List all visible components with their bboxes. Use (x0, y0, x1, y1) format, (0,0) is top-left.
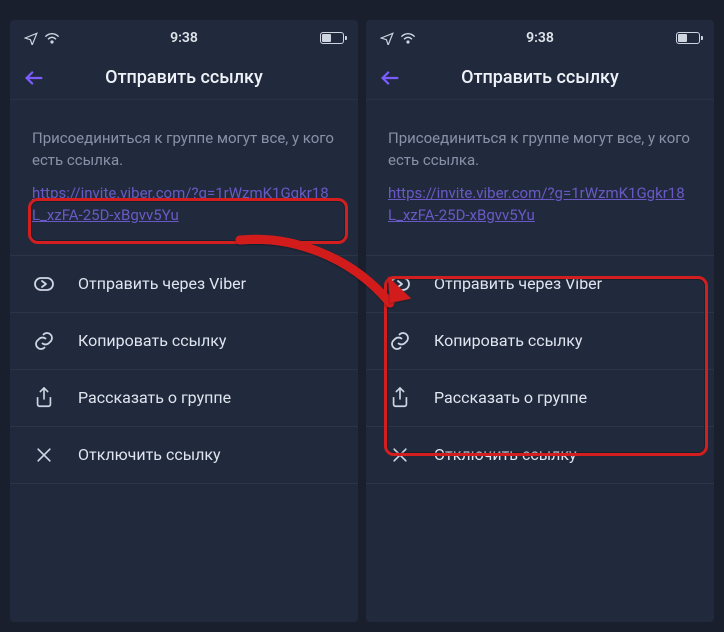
nav-header: Отправить ссылку (10, 56, 358, 100)
description-text: Присоединиться к группе могут все, у ког… (388, 128, 692, 172)
nav-header: Отправить ссылку (366, 56, 714, 100)
description-text: Присоединиться к группе могут все, у ког… (32, 128, 336, 172)
airplane-icon (24, 31, 38, 45)
copy-link-item[interactable]: Копировать ссылку (366, 312, 714, 369)
send-via-viber-item[interactable]: Отправить через Viber (366, 255, 714, 312)
menu-label: Отправить через Viber (434, 274, 602, 293)
phone-screen-left: 9:38 Отправить ссылку Присоединиться к г… (10, 20, 358, 622)
link-icon (388, 329, 412, 353)
description-block: Присоединиться к группе могут все, у ког… (366, 100, 714, 247)
send-icon (32, 272, 56, 296)
wifi-icon (400, 32, 416, 44)
menu-label: Отключить ссылку (78, 445, 221, 464)
back-button[interactable] (366, 56, 414, 100)
airplane-icon (380, 31, 394, 45)
back-button[interactable] (10, 56, 58, 100)
invite-link[interactable]: https://invite.viber.com/?g=1rWzmK1Ggkr1… (388, 184, 685, 225)
battery-icon (320, 32, 344, 44)
invite-link[interactable]: https://invite.viber.com/?g=1rWzmK1Ggkr1… (32, 184, 329, 225)
menu-label: Рассказать о группе (78, 388, 231, 407)
status-bar: 9:38 (10, 20, 358, 56)
phone-screen-right: 9:38 Отправить ссылку Присоединиться к г… (366, 20, 714, 622)
share-group-item[interactable]: Рассказать о группе (10, 369, 358, 426)
share-icon (32, 386, 56, 410)
wifi-icon (44, 32, 60, 44)
menu-label: Отключить ссылку (434, 445, 577, 464)
battery-icon (676, 32, 700, 44)
menu-label: Копировать ссылку (78, 331, 227, 350)
description-block: Присоединиться к группе могут все, у ког… (10, 100, 358, 247)
status-bar: 9:38 (366, 20, 714, 56)
disable-link-item[interactable]: Отключить ссылку (10, 426, 358, 484)
send-icon (388, 272, 412, 296)
close-icon (388, 443, 412, 467)
menu-label: Копировать ссылку (434, 331, 583, 350)
page-title: Отправить ссылку (105, 67, 263, 88)
share-group-item[interactable]: Рассказать о группе (366, 369, 714, 426)
send-via-viber-item[interactable]: Отправить через Viber (10, 255, 358, 312)
menu-label: Отправить через Viber (78, 274, 246, 293)
actions-menu: Отправить через Viber Копировать ссылку … (366, 255, 714, 484)
copy-link-item[interactable]: Копировать ссылку (10, 312, 358, 369)
close-icon (32, 443, 56, 467)
link-icon (32, 329, 56, 353)
status-time: 9:38 (526, 30, 554, 46)
actions-menu: Отправить через Viber Копировать ссылку … (10, 255, 358, 484)
page-title: Отправить ссылку (461, 67, 619, 88)
status-time: 9:38 (170, 30, 198, 46)
menu-label: Рассказать о группе (434, 388, 587, 407)
disable-link-item[interactable]: Отключить ссылку (366, 426, 714, 484)
share-icon (388, 386, 412, 410)
